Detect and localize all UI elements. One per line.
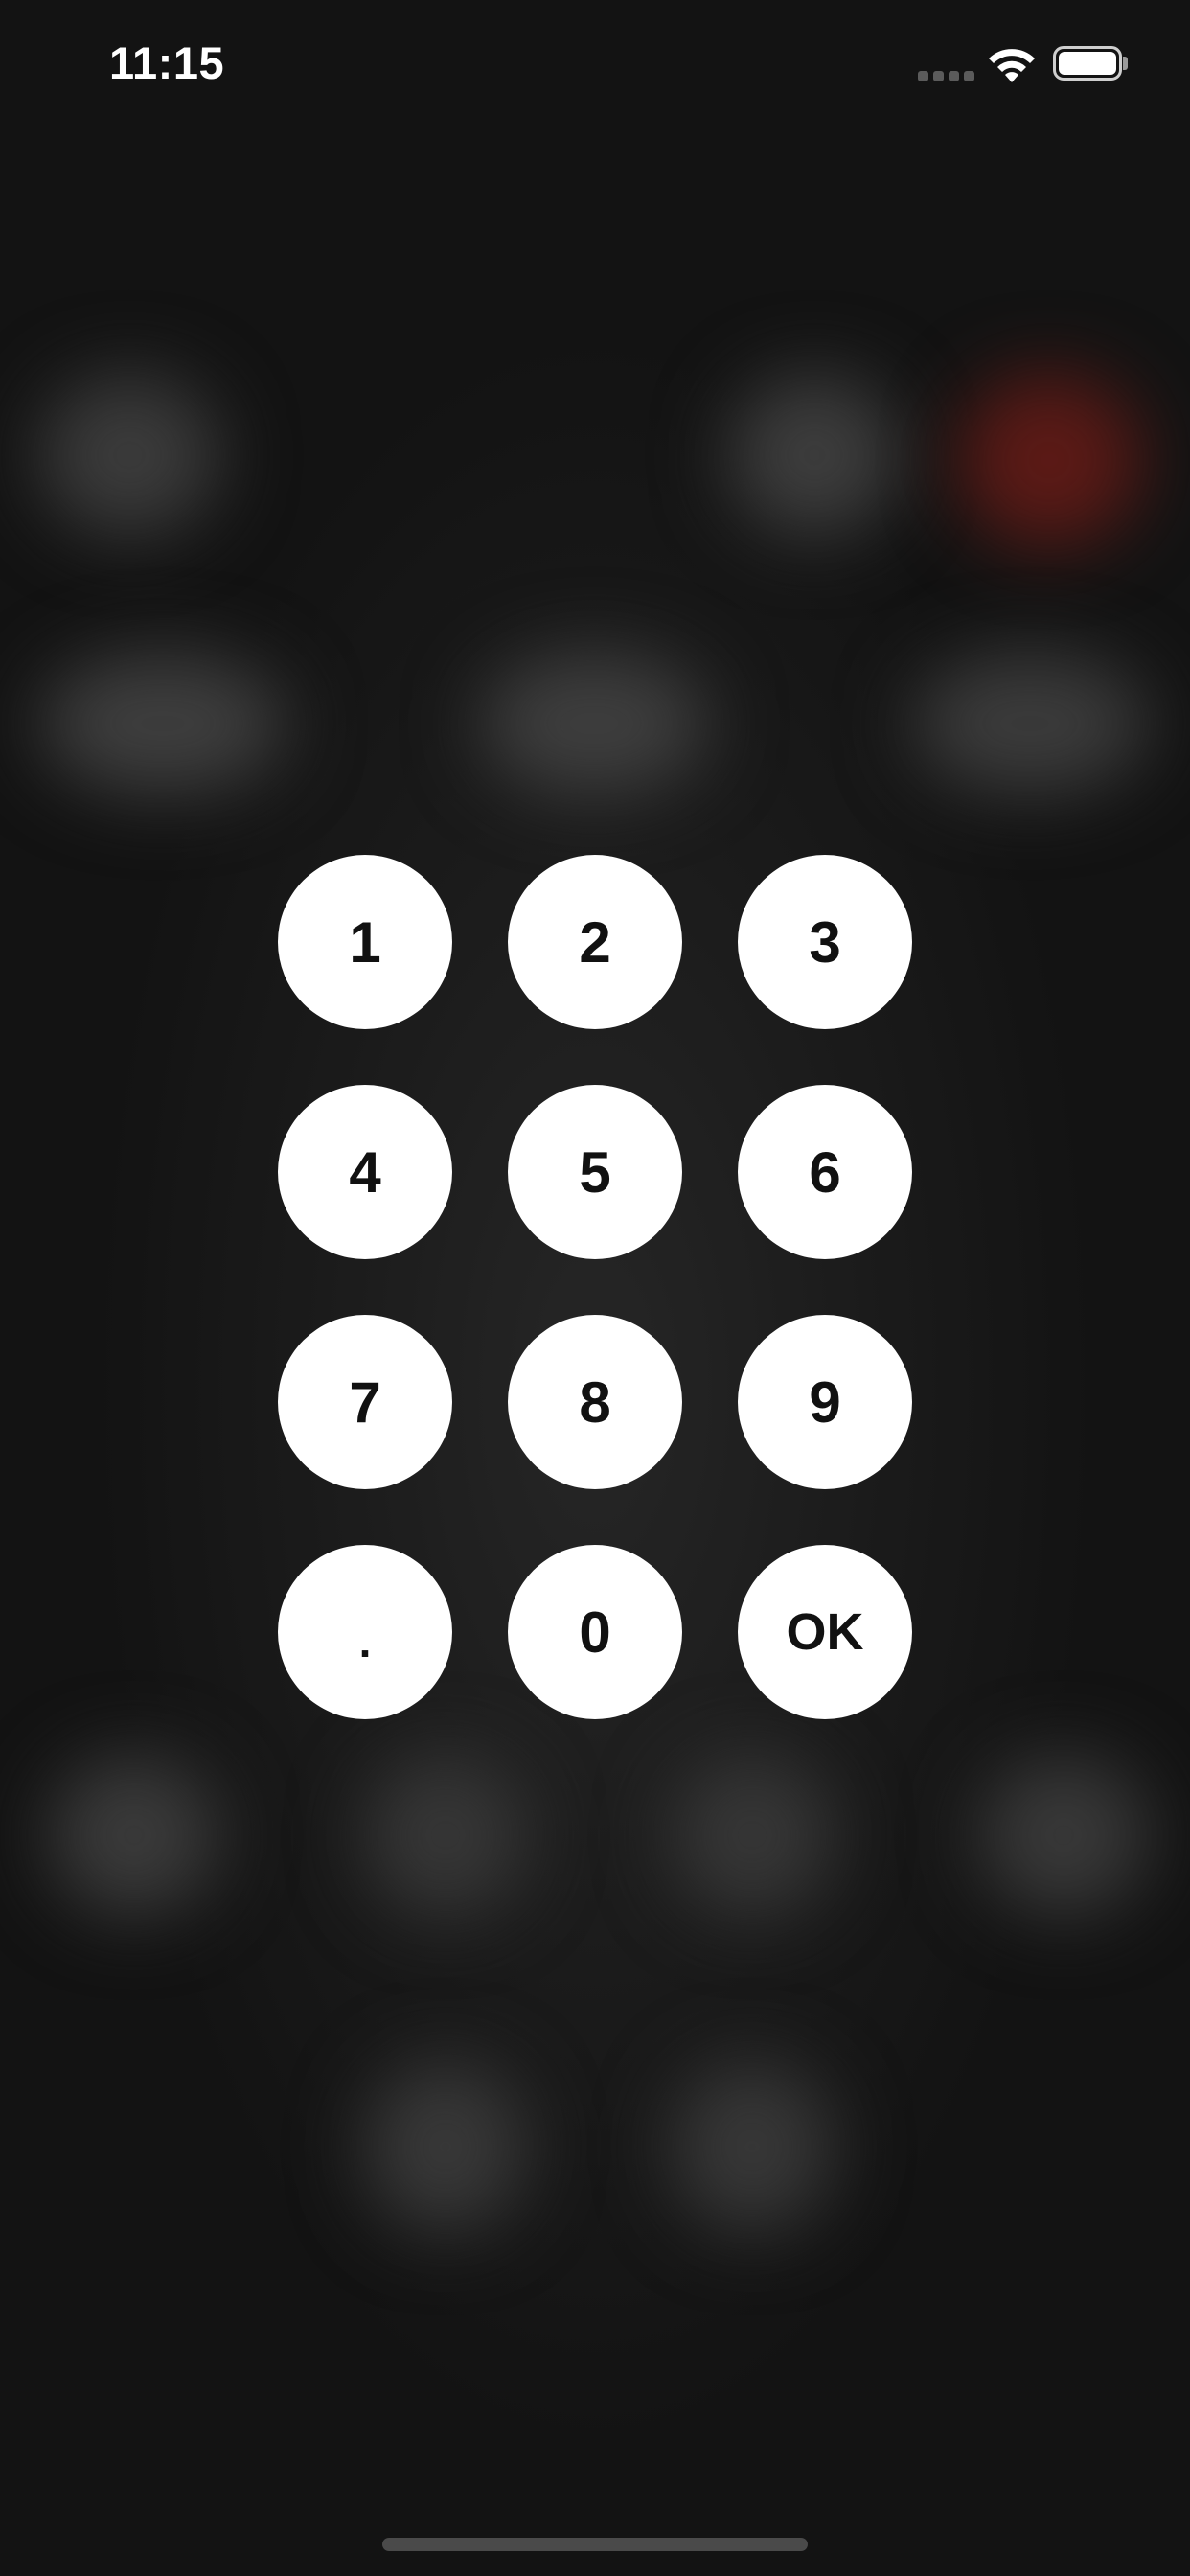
wifi-icon [985, 46, 1039, 84]
signal-bar [964, 71, 974, 81]
key-4[interactable]: 4 [278, 1085, 452, 1259]
blurred-button [364, 2060, 527, 2233]
key-label: 8 [579, 1369, 611, 1435]
blurred-button [671, 2060, 834, 2233]
key-1[interactable]: 1 [278, 855, 452, 1029]
home-indicator[interactable] [382, 2538, 808, 2551]
battery-level [1059, 52, 1116, 75]
battery-cap [1123, 57, 1128, 70]
key-7[interactable]: 7 [278, 1315, 452, 1489]
key-label: 4 [349, 1139, 381, 1205]
blurred-button [728, 374, 901, 537]
key-5[interactable]: 5 [508, 1085, 682, 1259]
battery-icon [1053, 46, 1122, 80]
key-6[interactable]: 6 [738, 1085, 912, 1259]
key-3[interactable]: 3 [738, 855, 912, 1029]
key-2[interactable]: 2 [508, 855, 682, 1029]
blurred-button [38, 374, 220, 537]
blurred-button [977, 1754, 1150, 1917]
blurred-button [364, 1754, 527, 1917]
numeric-keypad: 1 2 3 4 5 6 7 8 9 . 0 OK [278, 855, 912, 1719]
blurred-button [38, 652, 287, 795]
key-label: 1 [349, 909, 381, 975]
cellular-signal-icon [918, 71, 975, 82]
blurred-button [479, 652, 709, 795]
status-bar: 11:15 [0, 0, 1190, 134]
key-label: 2 [579, 909, 611, 975]
key-decimal[interactable]: . [278, 1545, 452, 1719]
key-9[interactable]: 9 [738, 1315, 912, 1489]
key-label: 9 [809, 1369, 841, 1435]
key-label: OK [786, 1603, 864, 1661]
blurred-power-button [958, 374, 1140, 546]
signal-bar [949, 71, 959, 81]
key-label: 0 [579, 1599, 611, 1665]
key-label: 6 [809, 1139, 841, 1205]
blurred-button [671, 1754, 834, 1917]
key-0[interactable]: 0 [508, 1545, 682, 1719]
signal-bar [933, 71, 944, 81]
key-8[interactable]: 8 [508, 1315, 682, 1489]
status-time: 11:15 [109, 37, 225, 88]
blurred-button [910, 652, 1150, 795]
ok-button[interactable]: OK [738, 1545, 912, 1719]
key-label: 5 [579, 1139, 611, 1205]
key-label: 7 [349, 1369, 381, 1435]
screen: 11:15 1 2 3 4 5 6 7 8 9 . 0 OK [0, 0, 1190, 2576]
key-label: . [358, 1617, 372, 1667]
key-label: 3 [809, 909, 841, 975]
blurred-button [48, 1754, 220, 1917]
signal-bar [918, 71, 928, 81]
